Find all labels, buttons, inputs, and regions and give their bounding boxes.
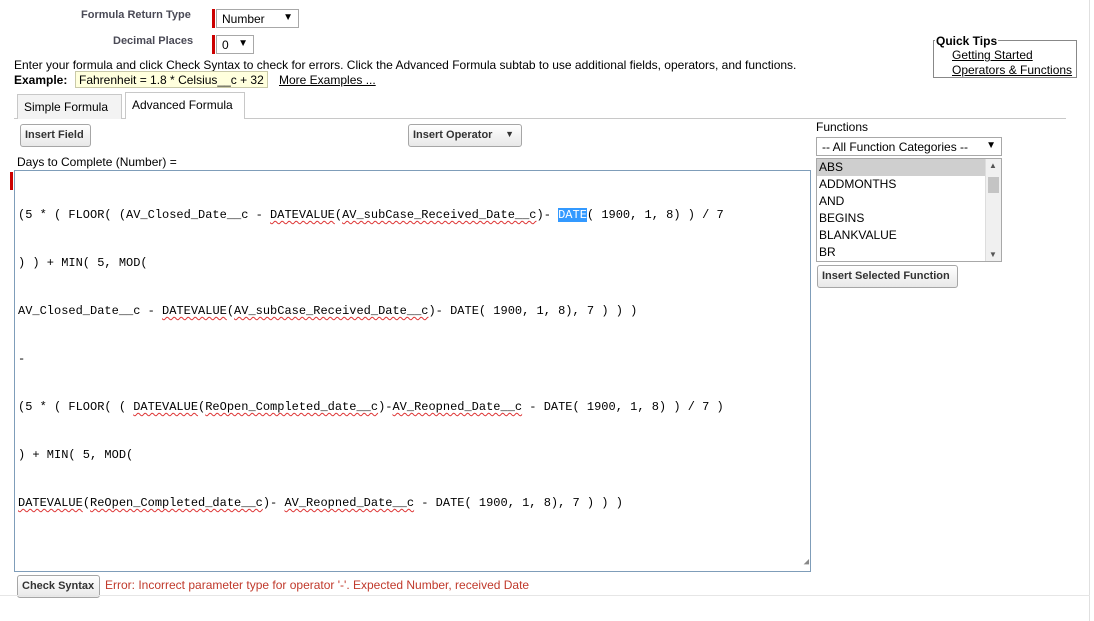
formula-text: DATEVALUE(ReOpen_Completed_date__c)- AV_… bbox=[18, 496, 623, 510]
insert-selected-function-button[interactable]: Insert Selected Function bbox=[817, 265, 958, 288]
formula-line: (5 * ( FLOOR( ( DATEVALUE(ReOpen_Complet… bbox=[18, 399, 810, 415]
chevron-down-icon: ▼ bbox=[283, 12, 293, 23]
required-indicator bbox=[10, 172, 13, 190]
decimal-places-label: Decimal Places bbox=[113, 35, 194, 47]
formula-textarea[interactable]: (5 * ( FLOOR( (AV_Closed_Date__c - DATEV… bbox=[14, 170, 811, 572]
functions-label: Functions bbox=[816, 120, 869, 134]
formula-line: (5 * ( FLOOR( (AV_Closed_Date__c - DATEV… bbox=[18, 207, 810, 223]
formula-line: ) + MIN( 5, MOD( bbox=[18, 447, 810, 463]
help-text: Enter your formula and click Check Synta… bbox=[14, 58, 797, 72]
function-list[interactable]: ABS ADDMONTHS AND BEGINS BLANKVALUE BR ▲… bbox=[816, 158, 1002, 262]
return-type-value: Number bbox=[222, 12, 265, 26]
scroll-down-icon[interactable]: ▼ bbox=[989, 250, 997, 259]
tips-border bbox=[997, 40, 1077, 41]
formula-text: (5 * ( FLOOR( (AV_Closed_Date__c - DATEV… bbox=[18, 208, 724, 222]
chevron-down-icon: ▼ bbox=[238, 38, 248, 49]
required-indicator bbox=[212, 35, 215, 54]
formula-line: DATEVALUE(ReOpen_Completed_date__c)- AV_… bbox=[18, 495, 810, 511]
formula-text: ) ) + MIN( 5, MOD( bbox=[18, 256, 148, 270]
formula-line: AV_Closed_Date__c - DATEVALUE(AV_subCase… bbox=[18, 303, 810, 319]
required-indicator bbox=[212, 9, 215, 28]
return-type-select[interactable]: Number ▼ bbox=[216, 9, 299, 28]
function-item[interactable]: AND bbox=[817, 193, 1001, 210]
function-item[interactable]: BR bbox=[817, 244, 1001, 261]
formula-text: ) + MIN( 5, MOD( bbox=[18, 448, 134, 462]
resize-grip-icon[interactable]: ◢ bbox=[804, 554, 809, 570]
function-item[interactable]: ADDMONTHS bbox=[817, 176, 1001, 193]
bottom-divider bbox=[0, 595, 1090, 596]
tab-advanced-formula[interactable]: Advanced Formula bbox=[125, 92, 245, 119]
getting-started-link[interactable]: Getting Started bbox=[952, 48, 1033, 62]
return-type-label: Formula Return Type bbox=[81, 9, 191, 21]
decimal-places-select[interactable]: 0 ▼ bbox=[216, 35, 254, 54]
operators-functions-link[interactable]: Operators & Functions bbox=[952, 63, 1072, 77]
formula-line: - bbox=[18, 351, 810, 367]
quick-tips-title: Quick Tips bbox=[935, 34, 999, 48]
insert-field-button[interactable]: Insert Field bbox=[20, 124, 91, 147]
more-examples-link[interactable]: More Examples ... bbox=[279, 73, 376, 87]
function-item[interactable]: ABS bbox=[817, 159, 1001, 176]
function-category-value: -- All Function Categories -- bbox=[822, 140, 969, 154]
formula-text: (5 * ( FLOOR( ( DATEVALUE(ReOpen_Complet… bbox=[18, 400, 724, 414]
formula-text: - bbox=[18, 352, 26, 366]
chevron-down-icon: ▼ bbox=[986, 140, 996, 151]
insert-operator-button[interactable]: Insert Operator ▼ bbox=[408, 124, 522, 147]
chevron-down-icon: ▼ bbox=[505, 129, 514, 139]
decimal-places-value: 0 bbox=[222, 38, 229, 52]
function-item[interactable]: BLANKVALUE bbox=[817, 227, 1001, 244]
function-item[interactable]: BEGINS bbox=[817, 210, 1001, 227]
function-list-scrollbar[interactable]: ▲ ▼ bbox=[985, 159, 1001, 261]
insert-operator-label: Insert Operator bbox=[413, 129, 493, 141]
tab-simple-formula[interactable]: Simple Formula bbox=[17, 94, 122, 119]
scroll-thumb[interactable] bbox=[988, 177, 999, 193]
scroll-up-icon[interactable]: ▲ bbox=[989, 161, 997, 170]
formula-line: ) ) + MIN( 5, MOD( bbox=[18, 255, 810, 271]
syntax-error-message: Error: Incorrect parameter type for oper… bbox=[105, 578, 530, 592]
formula-field-label: Days to Complete (Number) = bbox=[17, 155, 177, 169]
formula-text: AV_Closed_Date__c - DATEVALUE(AV_subCase… bbox=[18, 304, 638, 318]
example-formula: Fahrenheit = 1.8 * Celsius__c + 32 bbox=[75, 71, 268, 88]
function-category-select[interactable]: -- All Function Categories -- ▼ bbox=[816, 137, 1002, 156]
example-label: Example: bbox=[14, 73, 68, 87]
